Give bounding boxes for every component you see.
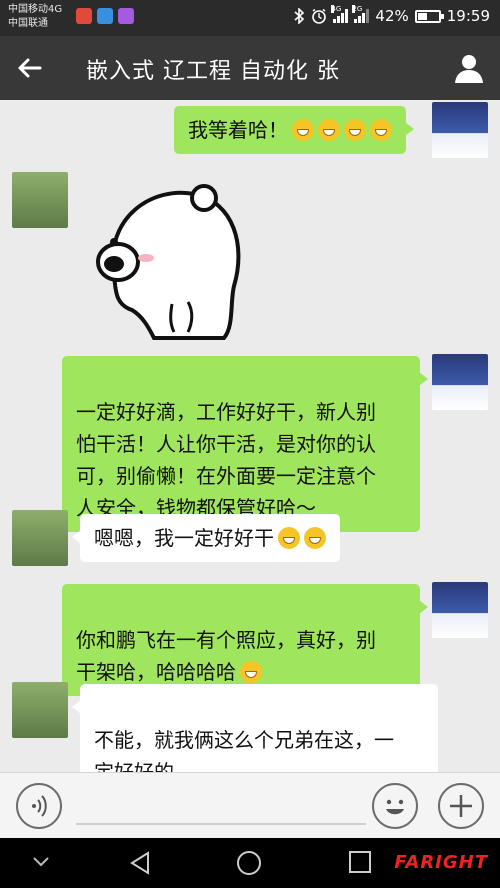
chat-message-list[interactable]: 我等着哈！ 一定好好滴，工作好好干，新人别 怕干活！人让你干活，是对你的认 可，…: [0, 100, 500, 796]
signal-icon-2: 2G: [352, 5, 370, 23]
my-avatar[interactable]: [432, 354, 488, 410]
contact-avatar[interactable]: [12, 510, 68, 566]
clock: 19:59: [446, 7, 490, 25]
contact-avatar[interactable]: [12, 682, 68, 738]
chat-profile-button[interactable]: [452, 51, 486, 85]
white-bear-sticker[interactable]: [84, 176, 254, 346]
plus-icon: [450, 795, 472, 817]
status-bar: 中国移动4G 中国联通 4G 2G 42% 19:59: [0, 0, 500, 36]
input-bar: [0, 772, 500, 838]
battery-level: [417, 12, 427, 20]
message-bubble-sent[interactable]: 一定好好滴，工作好好干，新人别 怕干活！人让你干活，是对你的认 可，别偷懒！在外…: [62, 356, 428, 532]
contact-avatar[interactable]: [12, 172, 68, 228]
message-text: 你和鹏飞在一有个照应，真好，别 干架哈，哈哈哈哈: [76, 628, 376, 684]
grin-emoji-icon: [240, 661, 262, 683]
message-bubble-sent[interactable]: 我等着哈！: [174, 106, 414, 154]
voice-icon: [32, 795, 47, 817]
message-app-icon: [97, 8, 113, 24]
message-bubble-sent[interactable]: 你和鹏飞在一有个照应，真好，别 干架哈，哈哈哈哈: [62, 584, 428, 696]
hug-emoji-icon: [304, 527, 326, 549]
network-type-2: 2G: [352, 5, 363, 13]
music-app-icon: [76, 8, 92, 24]
message-text: 我等着哈！: [188, 118, 288, 142]
grin-emoji-icon: [370, 119, 392, 141]
carrier-2: 中国联通: [8, 18, 48, 29]
message-text: 嗯嗯，我一定好好干: [94, 526, 274, 550]
battery-icon: [414, 9, 444, 23]
my-avatar[interactable]: [432, 102, 488, 158]
bluetooth-icon: [294, 8, 305, 24]
back-button[interactable]: [14, 52, 46, 84]
grin-emoji-icon: [344, 119, 366, 141]
chat-header: 嵌入式 辽工程 自动化 张: [0, 36, 500, 100]
status-right: 4G 2G 42% 19:59: [293, 5, 490, 25]
circle-home-icon[interactable]: [236, 850, 262, 876]
notification-icons: [76, 8, 134, 24]
carrier-1: 中国移动4G: [8, 4, 63, 15]
square-recent-icon[interactable]: [348, 850, 372, 874]
chevron-down-icon[interactable]: [32, 856, 50, 868]
chat-title: 嵌入式 辽工程 自动化 张: [86, 59, 340, 84]
alarm-icon: [312, 8, 327, 24]
message-input[interactable]: [76, 823, 366, 825]
network-type-1: 4G: [331, 5, 342, 13]
person-icon: [455, 55, 483, 83]
hug-emoji-icon: [278, 527, 300, 549]
arrow-left-icon: [18, 58, 42, 78]
gallery-app-icon: [118, 8, 134, 24]
grin-emoji-icon: [318, 119, 340, 141]
signal-icon: 4G: [331, 5, 349, 23]
emoji-button[interactable]: [372, 783, 418, 829]
voice-button[interactable]: [16, 783, 62, 829]
grin-emoji-icon: [292, 119, 314, 141]
message-bubble-received[interactable]: 嗯嗯，我一定好好干: [72, 514, 340, 562]
emoji-icon: [386, 799, 404, 815]
carrier-info: 中国移动4G 中国联通: [8, 3, 62, 31]
battery-percent: 42%: [375, 7, 409, 25]
triangle-back-icon[interactable]: [128, 850, 152, 876]
watermark-logo: FARIGHT: [394, 852, 488, 873]
more-button[interactable]: [438, 783, 484, 829]
message-text: 一定好好滴，工作好好干，新人别 怕干活！人让你干活，是对你的认 可，别偷懒！在外…: [76, 400, 376, 520]
my-avatar[interactable]: [432, 582, 488, 638]
